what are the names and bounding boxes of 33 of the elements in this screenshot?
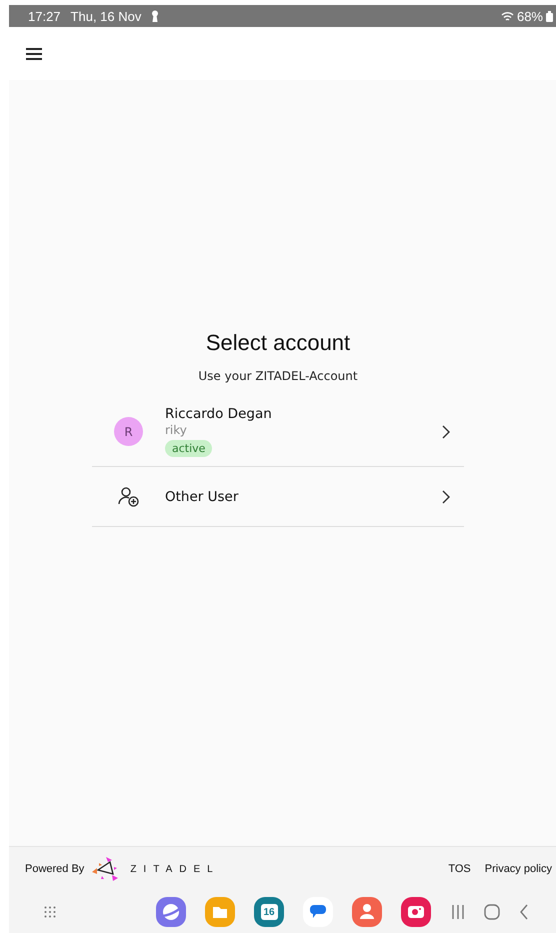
footer-link[interactable]: Privacy policy (484, 863, 552, 875)
app-grid-icon[interactable] (44, 906, 56, 918)
account-row[interactable]: R Riccardo Degan riky active (92, 397, 464, 467)
battery-icon (546, 10, 553, 22)
folder-app-icon[interactable] (205, 897, 235, 927)
planet-app-icon[interactable] (156, 897, 186, 927)
page-subtitle: Use your ZITADEL-Account (198, 369, 358, 383)
home-icon[interactable] (484, 904, 500, 920)
status-date: Thu, 16 Nov (70, 8, 142, 24)
footer-link[interactable]: TOS (448, 863, 471, 875)
page-title: Select account (206, 330, 350, 356)
avatar: R (114, 417, 143, 446)
status-time: 17:27 (28, 8, 61, 24)
status-badge: active (165, 440, 212, 457)
powered-by-label: Powered By (25, 863, 84, 875)
menu-icon[interactable] (25, 46, 43, 60)
camera-app-icon[interactable] (401, 897, 431, 927)
recents-icon[interactable] (451, 904, 465, 920)
chat-app-icon[interactable] (303, 897, 333, 927)
account-name: Riccardo Degan (165, 406, 272, 422)
account-row[interactable]: Other User (92, 467, 464, 527)
chevron-right-icon (442, 490, 451, 504)
calendar-date: 16 (263, 906, 275, 918)
calendar-app-icon[interactable]: 16 (254, 897, 284, 927)
logo-wordmark: ZITADEL (130, 864, 220, 874)
chevron-right-icon (442, 424, 451, 438)
person-app-icon[interactable] (352, 897, 382, 927)
back-icon[interactable] (519, 904, 529, 920)
account-name: Other User (165, 488, 238, 504)
account-login: riky (165, 423, 187, 437)
battery-level: 68% (516, 8, 543, 24)
wifi-icon (500, 10, 514, 22)
keyhole-icon (151, 10, 160, 22)
